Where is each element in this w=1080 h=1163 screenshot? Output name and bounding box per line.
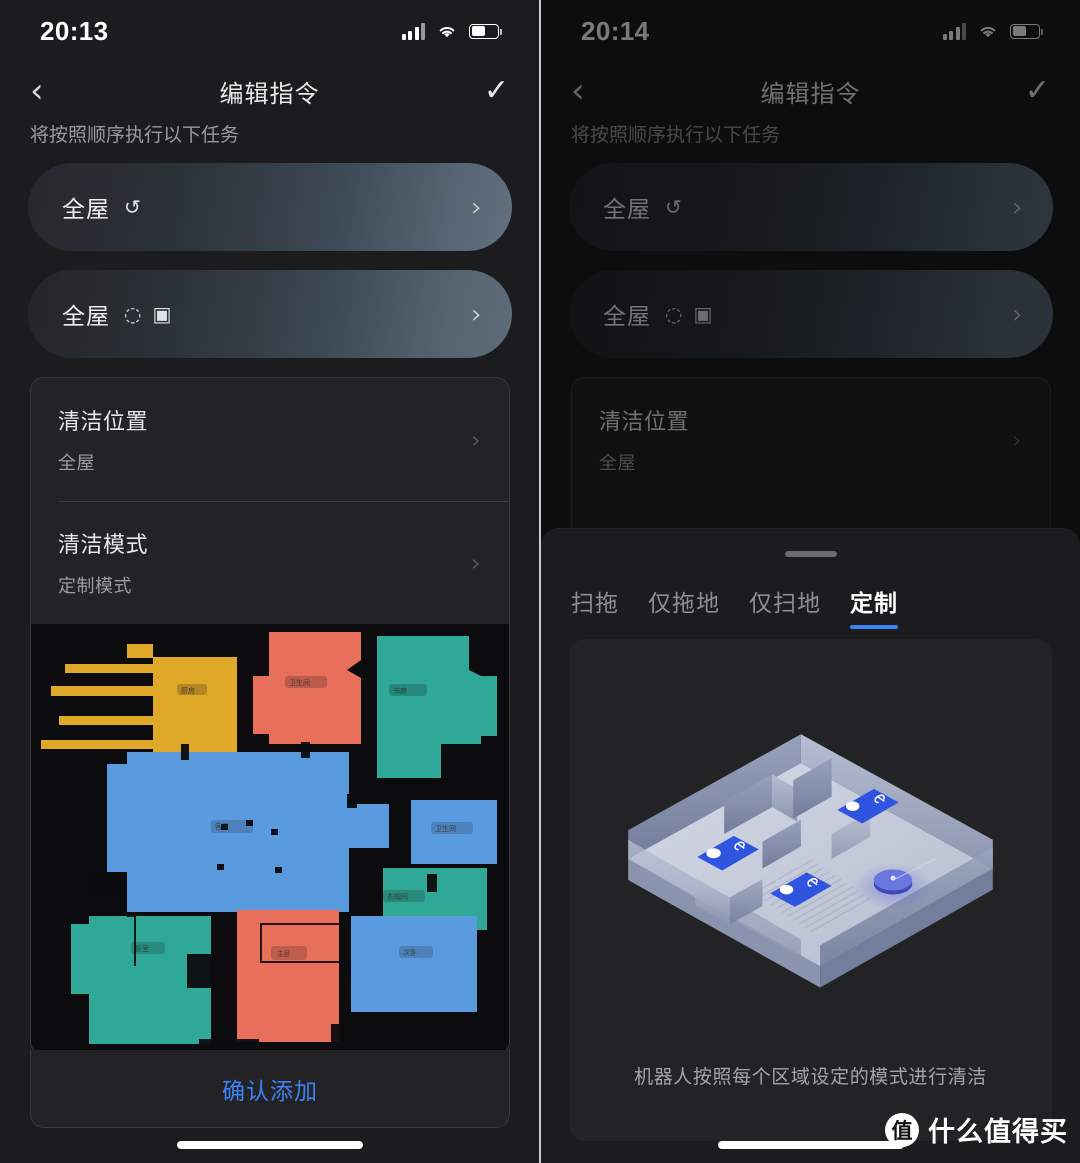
page-title: 编辑指令 bbox=[219, 80, 320, 108]
setting-title: 清洁位置 bbox=[599, 409, 690, 434]
setting-row-clean-location[interactable]: 清洁位置 全屋 › bbox=[572, 378, 1050, 501]
phone-screenshot-left: 20:13 ‹ 编辑指令 ✓ 将按照顺序执行以下任务 全屋 ↺ › 全屋 ◌ ▣… bbox=[0, 0, 540, 1163]
task-card-label: 全屋 bbox=[603, 196, 651, 222]
setting-value: 定制模式 bbox=[58, 576, 132, 596]
home-indicator bbox=[717, 1141, 904, 1149]
svg-text:衣帽间: 衣帽间 bbox=[387, 892, 408, 901]
task-card-2[interactable]: 全屋 ◌ ▣ › bbox=[569, 270, 1053, 358]
svg-text:主卧: 主卧 bbox=[277, 949, 291, 958]
tab-custom[interactable]: 定制 bbox=[850, 584, 898, 629]
chevron-left-icon[interactable]: ‹ bbox=[30, 74, 70, 108]
dock-dry-icon: ▣ bbox=[152, 302, 172, 326]
cellular-signal-icon bbox=[942, 22, 966, 40]
setting-value: 全屋 bbox=[58, 453, 95, 473]
phone-screenshot-right: 20:14 ‹ 编辑指令 ✓ 将按照顺序执行以下任务 全屋 ↺ › 全屋 ◌ ▣… bbox=[540, 0, 1080, 1163]
isometric-floorplan-svg bbox=[628, 734, 993, 988]
chevron-right-icon: › bbox=[1012, 298, 1023, 330]
floorplan-map[interactable]: 厨房 卫生间 书房 客厅 卫生间 衣帽间 卧室 主卧 次卧 bbox=[31, 624, 509, 1054]
status-bar: 20:13 bbox=[0, 0, 539, 62]
chevron-right-icon: › bbox=[471, 425, 481, 454]
page-subtitle: 将按照顺序执行以下任务 bbox=[571, 125, 781, 146]
task-card-label: 全屋 bbox=[62, 303, 110, 329]
svg-text:厨房: 厨房 bbox=[181, 686, 195, 695]
wifi-icon bbox=[439, 26, 455, 38]
illustration-caption: 机器人按照每个区域设定的模式进行清洁 bbox=[634, 1067, 987, 1088]
checkmark-icon[interactable]: ✓ bbox=[1010, 76, 1050, 106]
checkmark-icon[interactable]: ✓ bbox=[469, 76, 509, 106]
setting-value: 全屋 bbox=[599, 453, 636, 473]
chevron-right-icon: › bbox=[471, 191, 482, 223]
confirm-add-label: 确认添加 bbox=[222, 1077, 318, 1104]
svg-text:客厅: 客厅 bbox=[215, 822, 229, 831]
page-subtitle: 将按照顺序执行以下任务 bbox=[30, 125, 240, 146]
floorplan-map-svg: 厨房卫生间 书房客厅 卫生间衣帽间 卧室主卧 次卧 bbox=[31, 624, 509, 1054]
svg-text:卫生间: 卫生间 bbox=[289, 678, 310, 687]
recycle-loop-icon: ↺ bbox=[124, 195, 141, 219]
navigation-bar: ‹ 编辑指令 ✓ bbox=[541, 62, 1080, 120]
task-card-1[interactable]: 全屋 ↺ › bbox=[28, 163, 512, 251]
battery-icon bbox=[1010, 23, 1043, 39]
comparison-stage: 20:13 ‹ 编辑指令 ✓ 将按照顺序执行以下任务 全屋 ↺ › 全屋 ◌ ▣… bbox=[0, 0, 1080, 1163]
app-screen-left: 20:13 ‹ 编辑指令 ✓ 将按照顺序执行以下任务 全屋 ↺ › 全屋 ◌ ▣… bbox=[0, 0, 539, 1163]
svg-text:次卧: 次卧 bbox=[403, 948, 417, 957]
chevron-left-icon[interactable]: ‹ bbox=[571, 74, 611, 108]
setting-row-clean-location[interactable]: 清洁位置 全屋 › bbox=[31, 378, 509, 501]
tab-sweep-mop[interactable]: 扫拖 bbox=[571, 584, 619, 629]
navigation-bar: ‹ 编辑指令 ✓ bbox=[0, 62, 539, 120]
recycle-loop-icon: ↺ bbox=[665, 195, 682, 219]
task-card-label: 全屋 bbox=[62, 196, 110, 222]
status-bar-clock: 20:13 bbox=[40, 15, 109, 46]
svg-text:书房: 书房 bbox=[393, 686, 407, 695]
app-screen-right: 20:14 ‹ 编辑指令 ✓ 将按照顺序执行以下任务 全屋 ↺ › 全屋 ◌ ▣… bbox=[541, 0, 1080, 1163]
mode-illustration-card: 机器人按照每个区域设定的模式进行清洁 bbox=[569, 639, 1052, 1141]
drag-handle[interactable] bbox=[784, 551, 837, 557]
tab-sweep-only[interactable]: 仅扫地 bbox=[749, 584, 821, 629]
chevron-right-icon: › bbox=[1012, 425, 1022, 454]
clean-mode-tabs: 扫拖 仅拖地 仅扫地 定制 bbox=[571, 584, 1060, 629]
task-card-icons: ↺ bbox=[665, 195, 682, 219]
isometric-floorplan-illustration bbox=[609, 665, 1012, 1003]
status-bar-clock: 20:14 bbox=[581, 15, 650, 46]
confirm-add-button[interactable]: 确认添加 bbox=[30, 1050, 510, 1128]
chevron-right-icon: › bbox=[471, 548, 481, 577]
watermark-logo-icon: 值 bbox=[885, 1112, 919, 1147]
wifi-icon bbox=[980, 26, 996, 38]
status-bar: 20:14 bbox=[541, 0, 1080, 62]
setting-row-clean-mode[interactable]: 清洁模式 定制模式 › bbox=[31, 501, 509, 624]
chevron-right-icon: › bbox=[1012, 191, 1023, 223]
mop-wash-icon: ◌ bbox=[665, 302, 683, 326]
watermark: 值 什么值得买 bbox=[885, 1110, 1068, 1149]
watermark-text: 什么值得买 bbox=[928, 1117, 1068, 1147]
mop-wash-icon: ◌ bbox=[124, 302, 142, 326]
home-indicator bbox=[176, 1141, 363, 1149]
task-card-icons: ↺ bbox=[124, 195, 141, 219]
svg-text:卫生间: 卫生间 bbox=[435, 824, 456, 833]
svg-text:卧室: 卧室 bbox=[135, 944, 149, 953]
dock-dry-icon: ▣ bbox=[693, 302, 713, 326]
cellular-signal-icon bbox=[401, 22, 425, 40]
status-bar-icons bbox=[401, 22, 502, 40]
task-card-2[interactable]: 全屋 ◌ ▣ › bbox=[28, 270, 512, 358]
settings-group: 清洁位置 全屋 › 清洁模式 定制模式 › 厨房 卫生间 书房 客厅 卫生间 衣… bbox=[30, 377, 510, 1055]
clean-mode-bottom-sheet: 扫拖 仅拖地 仅扫地 定制 机器人按照每个区域设定的模式进行清洁 bbox=[541, 528, 1080, 1163]
task-card-label: 全屋 bbox=[603, 303, 651, 329]
battery-icon bbox=[469, 23, 502, 39]
status-bar-icons bbox=[942, 22, 1043, 40]
setting-title: 清洁模式 bbox=[58, 532, 149, 557]
task-card-icons: ◌ ▣ bbox=[124, 302, 171, 326]
chevron-right-icon: › bbox=[471, 298, 482, 330]
tab-mop-only[interactable]: 仅拖地 bbox=[648, 584, 720, 629]
page-title: 编辑指令 bbox=[760, 80, 861, 108]
task-card-icons: ◌ ▣ bbox=[665, 302, 712, 326]
setting-title: 清洁位置 bbox=[58, 409, 149, 434]
task-card-1[interactable]: 全屋 ↺ › bbox=[569, 163, 1053, 251]
